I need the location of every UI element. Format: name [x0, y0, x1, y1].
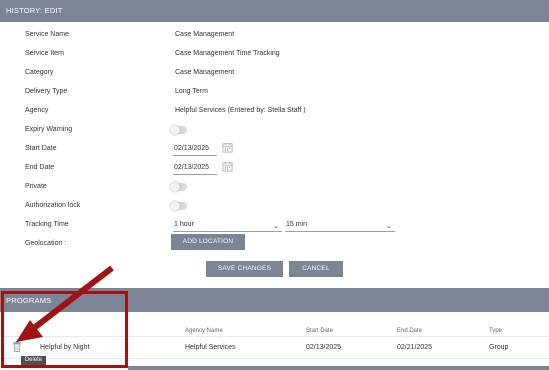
- service-item-value: Case Management Time Tracking: [175, 50, 280, 57]
- page-title: HISTORY: EDIT: [6, 6, 63, 15]
- tracking-hours-value: 1 hour: [174, 221, 194, 228]
- service-name-value: Case Management: [175, 31, 235, 38]
- toggle-knob: [170, 201, 180, 211]
- calendar-icon[interactable]: [222, 161, 233, 172]
- cancel-button[interactable]: CANCEL: [289, 261, 343, 277]
- authorization-lock-toggle[interactable]: [170, 201, 187, 211]
- toggle-knob: [170, 125, 180, 135]
- tracking-time-row: Tracking Time 1 hour ⌄ 15 min ⌄: [0, 217, 549, 236]
- private-label: Private: [25, 183, 47, 190]
- category-value: Case Management: [175, 69, 235, 76]
- bottom-band: [128, 366, 549, 370]
- agency-value: Helpful Services (Entered by: Stella Sta…: [175, 107, 306, 114]
- column-header-type: Type: [489, 328, 503, 334]
- calendar-icon[interactable]: [222, 142, 233, 153]
- program-agency: Helpful Services: [185, 344, 236, 351]
- agency-label: Agency: [25, 107, 49, 114]
- toggle-knob: [170, 182, 180, 192]
- authorization-lock-row: Authorization lock: [0, 198, 549, 217]
- agency-row: Agency Helpful Services (Entered by: Ste…: [0, 103, 549, 122]
- end-date-input[interactable]: 02/13/2025: [173, 162, 217, 175]
- start-date-row: Start Date 02/13/2025: [0, 141, 549, 160]
- tracking-time-label: Tracking Time: [25, 221, 69, 228]
- expiry-warning-toggle[interactable]: [170, 125, 187, 135]
- geolocation-row: Geolocation : ADD LOCATION: [0, 234, 549, 255]
- program-end-date: 02/21/2025: [397, 344, 433, 351]
- program-start-date: 02/13/2025: [306, 344, 342, 351]
- delivery-type-label: Delivery Type: [25, 88, 68, 95]
- column-header-agency-name: Agency Name: [185, 328, 223, 334]
- chevron-down-icon: ⌄: [386, 223, 392, 230]
- page-header: HISTORY: EDIT: [0, 0, 549, 22]
- add-location-button[interactable]: ADD LOCATION: [171, 234, 245, 250]
- tracking-hours-select[interactable]: 1 hour ⌄: [173, 219, 282, 232]
- service-item-label: Service Item: [25, 50, 64, 57]
- annotation-highlight-box: [1, 291, 128, 368]
- column-header-start-date: Start Date: [306, 328, 334, 334]
- end-date-row: End Date 02/13/2025: [0, 160, 549, 179]
- tracking-minutes-select[interactable]: 15 min ⌄: [285, 219, 395, 232]
- delivery-type-row: Delivery Type Long Term: [0, 84, 549, 103]
- start-date-label: Start Date: [25, 145, 57, 152]
- column-header-end-date: End Date: [397, 328, 423, 334]
- geolocation-label: Geolocation :: [25, 240, 67, 247]
- private-row: Private: [0, 179, 549, 198]
- authorization-lock-label: Authorization lock: [25, 202, 81, 209]
- delivery-type-value: Long Term: [175, 88, 208, 95]
- service-item-row: Service Item Case Management Time Tracki…: [0, 46, 549, 65]
- expiry-warning-row: Expiry Warning: [0, 122, 549, 141]
- chevron-down-icon: ⌄: [273, 223, 279, 230]
- category-row: Category Case Management: [0, 65, 549, 84]
- private-toggle[interactable]: [170, 182, 187, 192]
- start-date-input[interactable]: 02/13/2025: [173, 143, 217, 156]
- category-label: Category: [25, 69, 54, 76]
- program-type: Group: [489, 344, 509, 351]
- tracking-minutes-value: 15 min: [286, 221, 308, 228]
- expiry-warning-label: Expiry Warning: [25, 126, 73, 133]
- service-name-row: Service Name Case Management: [0, 27, 549, 46]
- end-date-label: End Date: [25, 164, 55, 171]
- save-changes-button[interactable]: SAVE CHANGES: [206, 261, 283, 277]
- service-name-label: Service Name: [25, 31, 69, 38]
